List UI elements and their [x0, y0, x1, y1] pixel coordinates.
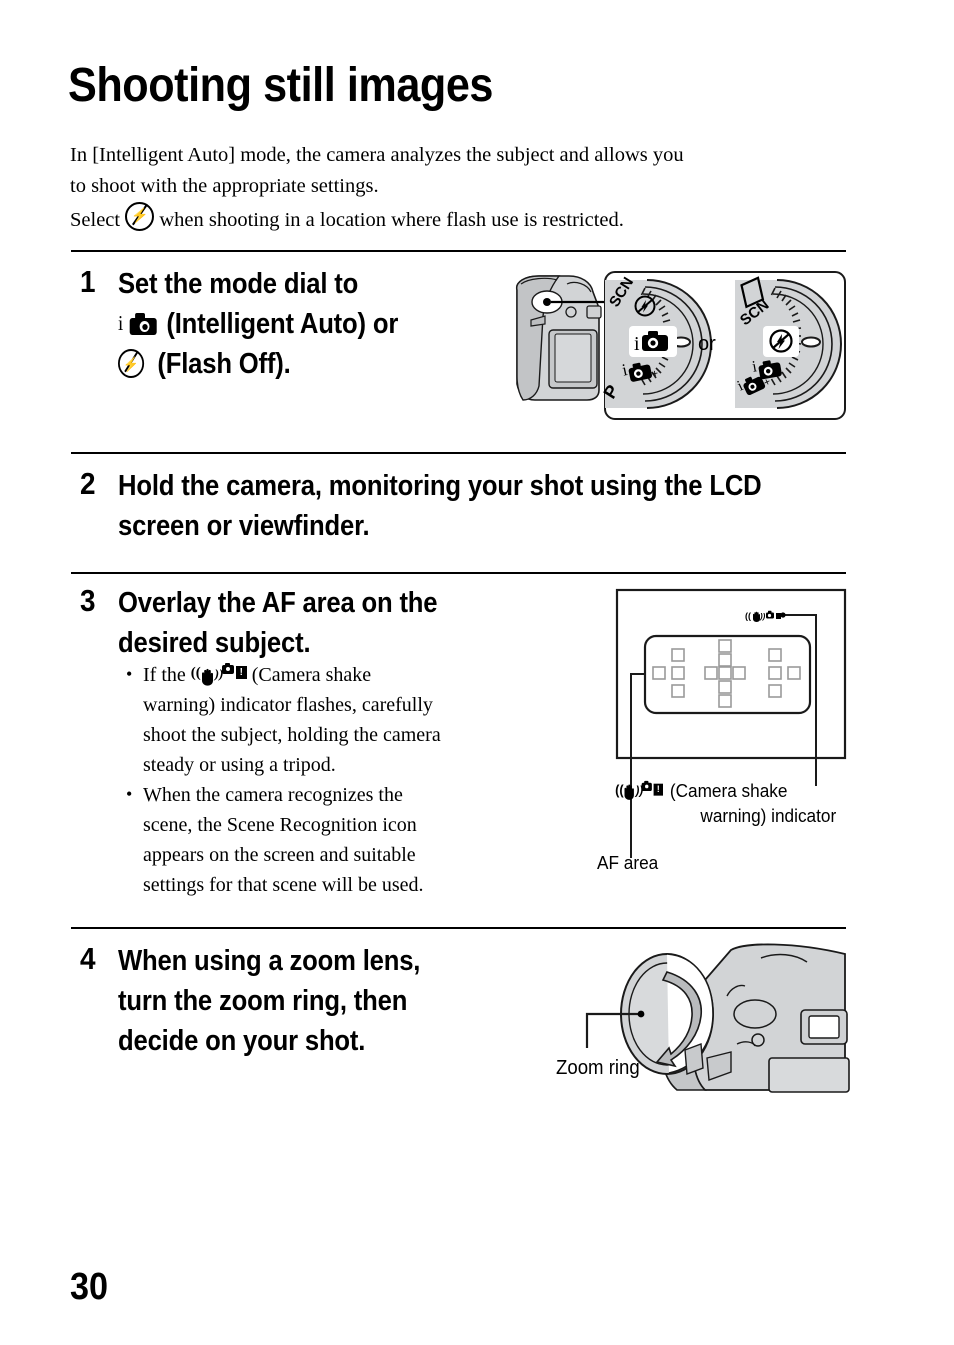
bullet-scene-recognition: When the camera recognizes the scene, th…: [124, 779, 524, 900]
camera-shake-caption-line-1: (( )) ! (Camera shake: [613, 778, 836, 803]
step-2-number: 2: [80, 466, 96, 501]
leader-dot-zoom-ring: [637, 1010, 645, 1018]
bullet-1-line-2: warning) indicator flashes, carefully: [143, 694, 433, 716]
page-number: 30: [70, 1266, 109, 1308]
mini-camera-hump-glyph: [644, 780, 649, 784]
dial-or-label: or: [698, 333, 716, 355]
warning-exclamation-glyph: !: [653, 783, 663, 796]
camera-shake-caption-text-1: (Camera shake: [669, 780, 788, 801]
step-1-heading: Set the mode dial to i (Intelligent Auto…: [118, 264, 478, 384]
step-4-heading: When using a zoom lens, turn the zoom ri…: [118, 941, 496, 1061]
step-3-heading: Overlay the AF area on the desired subje…: [118, 583, 496, 663]
intro-line-3-before: Select: [70, 209, 121, 231]
separator-rule-1: [71, 250, 846, 252]
separator-rule-3: [71, 572, 846, 574]
intro-line-2: to shoot with the appropriate settings.: [70, 175, 379, 197]
step-4-heading-line-1: When using a zoom lens,: [118, 945, 421, 977]
svg-text:((: ((: [745, 611, 751, 621]
intro-line-3-after: when shooting in a location where flash …: [159, 209, 624, 231]
leader-dot-shake: [780, 612, 786, 618]
step-1-number: 1: [80, 264, 96, 299]
flash-off-icon: ⚡: [125, 202, 155, 231]
camera-lens-inner-shape: [141, 323, 148, 330]
camera-shake-caption: (( )) ! (Camera shake warning) indicator: [613, 778, 836, 828]
camera-rear-graphic: [620, 943, 850, 1093]
step-2-heading-line-2: screen or viewfinder.: [118, 510, 370, 542]
bullet-2-line-4: settings for that scene will be used.: [143, 874, 424, 896]
iauto-i-letter: i: [118, 311, 124, 335]
step-3-heading-line-2: desired subject.: [118, 627, 311, 659]
step-2-heading: Hold the camera, monitoring your shot us…: [118, 466, 838, 546]
af-area-caption: AF area: [597, 852, 659, 873]
manual-page: Shooting still images In [Intelligent Au…: [0, 0, 954, 1345]
intelligent-auto-icon: i: [118, 312, 159, 336]
step-1-heading-line-2-text: (Intelligent Auto) or: [166, 308, 399, 340]
step-3-number: 3: [80, 583, 96, 618]
camera-shake-warning-icon: (( )) !: [191, 662, 247, 686]
hand-glyph: [200, 665, 215, 686]
step-1-heading-line-3-text: (Flash Off).: [157, 348, 291, 380]
separator-rule-4: [71, 927, 846, 929]
bullet-1-line-1: If the (( )) ! (Camera shake: [143, 660, 524, 690]
camera-hump-shape: [135, 313, 145, 319]
bullet-1-line-3: shoot the subject, holding the camera: [143, 724, 441, 746]
mini-camera-hump-glyph: [224, 662, 230, 666]
camera-body-graphic: [515, 275, 607, 401]
intro-line-3: Select ⚡ when shooting in a location whe…: [70, 202, 860, 236]
mini-camera-lens-glyph: [645, 784, 649, 789]
mini-camera-lens-glyph: [225, 667, 230, 671]
separator-rule-2: [71, 452, 846, 454]
step-2-heading-line-1: Hold the camera, monitoring your shot us…: [118, 470, 762, 502]
bullet-1-before-icon: If the: [143, 664, 186, 686]
dial-label-i-left: i: [634, 333, 640, 355]
step-3-heading-line-1: Overlay the AF area on the: [118, 587, 438, 619]
flash-off-icon: ⚡: [118, 349, 145, 378]
hand-glyph: [623, 783, 636, 800]
af-points: [652, 639, 801, 708]
step-4-heading-line-2: turn the zoom ring, then: [118, 985, 408, 1017]
flash-bolt-glyph: ⚡: [131, 208, 149, 224]
mode-dial-illustration: SCN i i + P or SCN i i +: [495, 268, 850, 423]
step-4-number: 4: [80, 941, 96, 976]
flash-bolt-glyph: ⚡: [123, 355, 139, 372]
camera-shake-warning-icon: (( )) !: [615, 780, 663, 801]
bullet-2-line-2: scene, the Scene Recognition icon: [143, 814, 417, 836]
dial-index-mark-right: [801, 336, 821, 348]
bullet-1-line-4: steady or using a tripod.: [143, 754, 336, 776]
intro-paragraph: In [Intelligent Auto] mode, the camera a…: [70, 140, 860, 236]
zoom-ring-caption: Zoom ring: [556, 1057, 640, 1079]
bullet-2-line-1: When the camera recognizes the: [143, 784, 403, 806]
page-title: Shooting still images: [68, 59, 493, 112]
camera-shake-caption-line-2: warning) indicator: [700, 805, 837, 826]
step-3-bullets: If the (( )) ! (Camera shake warning) in…: [124, 659, 524, 900]
intro-line-1: In [Intelligent Auto] mode, the camera a…: [70, 144, 684, 166]
bullet-1-after-icon: (Camera shake: [251, 664, 372, 686]
af-area-illustration: (( )): [597, 586, 852, 886]
dial-flash-off-right: [769, 329, 793, 353]
svg-text:)): )): [759, 612, 766, 621]
step-1-heading-line-1: Set the mode dial to: [118, 268, 359, 300]
step-1-heading-line-3: ⚡ (Flash Off).: [118, 344, 478, 384]
bullet-2-line-3: appears on the screen and suitable: [143, 844, 416, 866]
step-4-heading-line-3: decide on your shot.: [118, 1025, 366, 1057]
step-1-heading-line-2: i (Intelligent Auto) or: [118, 304, 478, 344]
warning-exclamation-glyph: !: [235, 666, 247, 679]
dial-flash-off-left: [634, 295, 656, 317]
bullet-camera-shake: If the (( )) ! (Camera shake warning) in…: [124, 659, 524, 780]
